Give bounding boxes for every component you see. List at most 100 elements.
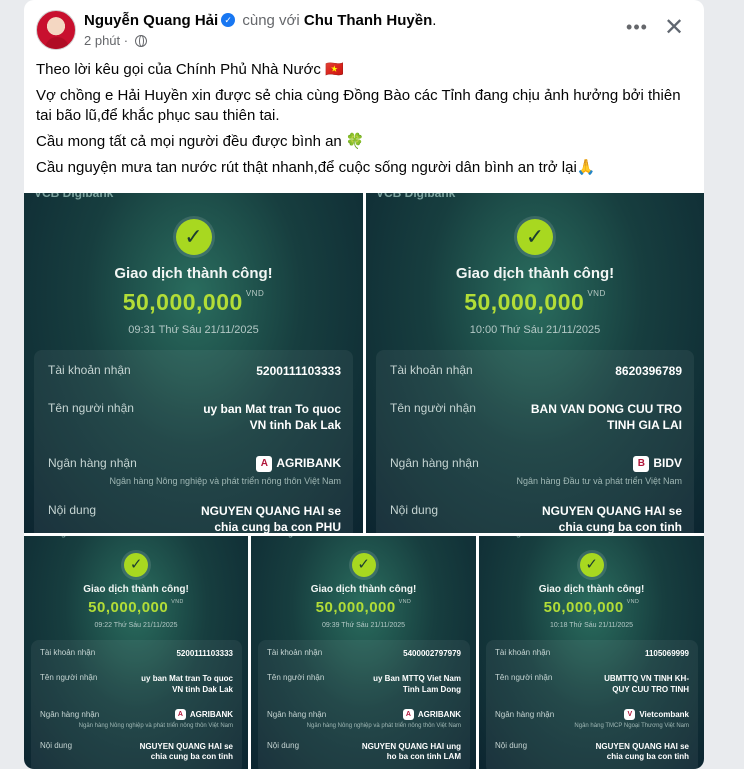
transaction-amount: 50,000,000 VND (24, 599, 248, 616)
bank-label: Ngân hàng nhận (267, 710, 327, 719)
transaction-status: Giao dịch thành công! (310, 584, 417, 595)
transaction-status: Giao dịch thành công! (455, 265, 615, 282)
recipient-label: Tên người nhận (48, 401, 134, 415)
close-button[interactable]: ✕ (660, 14, 688, 42)
recipient-label: Tên người nhận (267, 673, 325, 682)
account-label: Tài khoản nhận (495, 648, 551, 657)
receipt-photo[interactable]: VCB Digibank ✓ Giao dịch thành công! 50,000… (251, 536, 476, 769)
transfer-content-line2: chia cung ba con tinh (150, 752, 233, 761)
post-line: Cầu mong tất cả mọi người đều được bình … (36, 133, 365, 150)
transaction-amount: 50,000,000 VND (251, 599, 476, 616)
bank-full-name: Ngân hàng Đầu tư và phát triển Việt Nam (516, 476, 682, 486)
transaction-time: 10:18 Thứ Sáu 21/11/2025 (549, 622, 634, 629)
recipient-name-line2: VN tinh Dak Lak (172, 685, 233, 694)
amount-value: 50,000,000 (543, 599, 624, 616)
account-label: Tài khoản nhận (267, 648, 323, 657)
transaction-amount: 50,000,000 VND (479, 599, 704, 616)
recipient-label: Tên người nhận (495, 673, 553, 682)
transaction-time: 09:22 Thứ Sáu 21/11/2025 (94, 622, 178, 629)
bank-full-name: Ngân hàng Nông nghiệp và phát triển nông… (306, 723, 461, 729)
content-label: Nội dung (267, 741, 300, 750)
receiving-bank: A AGRIBANK (329, 709, 461, 721)
bank-name: BIDV (653, 456, 682, 470)
post-line: Theo lời kêu gọi của Chính Phủ Nhà Nước … (36, 61, 344, 78)
recipient-name-line2: VN tinh Dak Lak (249, 418, 341, 432)
transaction-amount: 50,000,000 VND (366, 289, 704, 316)
bank-app-brand: VCB Digibank (34, 536, 87, 538)
receiving-bank: V Vietcombank (557, 709, 689, 721)
transaction-time: 09:31 Thứ Sáu 21/11/2025 (128, 324, 259, 336)
currency-label: VND (171, 599, 184, 605)
recipient-name-line1: uy ban Mat tran To quoc (203, 402, 341, 416)
bank-app-brand: VCB Digibank (34, 193, 114, 200)
content-label: Nội dung (495, 741, 528, 750)
bank-name: AGRIBANK (417, 710, 461, 719)
transaction-amount: 50,000,000 VND (24, 289, 363, 316)
currency-label: VND (587, 289, 606, 298)
bank-logo-icon: A (402, 709, 414, 721)
receipt-photo[interactable]: VCB Digibank ✓ Giao dịch thành công! 50,000… (366, 193, 704, 533)
bank-logo-icon: A (174, 709, 186, 721)
bank-label: Ngân hàng nhận (495, 710, 555, 719)
amount-value: 50,000,000 (122, 289, 243, 315)
recipient-name-line2: TINH GIA LAI (607, 418, 682, 432)
receipt-photo[interactable]: VCB Digibank ✓ Giao dịch thành công! 50,000… (24, 193, 363, 533)
post-meta: 2 phút · (84, 33, 147, 49)
account-label: Tài khoản nhận (40, 648, 96, 657)
transaction-status: Giao dịch thành công! (538, 584, 645, 595)
bank-name: AGRIBANK (276, 456, 341, 470)
tagged-name[interactable]: Chu Thanh Huyền (304, 12, 432, 29)
receipt-photo[interactable]: VCB Digibank ✓ Giao dịch thành công! 50,000… (479, 536, 704, 769)
author-name[interactable]: Nguyễn Quang Hải (84, 12, 218, 29)
bank-full-name: Ngân hàng Nông nghiệp và phát triển nông… (78, 723, 233, 729)
bank-name: Vietcombank (639, 710, 689, 719)
transaction-status: Giao dịch thành công! (83, 584, 189, 595)
bank-label: Ngân hàng nhận (390, 456, 479, 470)
success-check-icon: ✓ (351, 553, 376, 577)
currency-label: VND (245, 289, 265, 298)
recipient-name-line2: QUY CUU TRO TINH (612, 685, 689, 694)
transaction-status: Giao dịch thành công! (114, 265, 273, 282)
bank-logo-icon: A (256, 455, 273, 472)
success-check-icon: ✓ (124, 553, 149, 577)
bank-full-name: Ngân hàng TMCP Ngoại Thương Việt Nam (574, 723, 689, 729)
account-number: 5400002797979 (403, 649, 461, 658)
bank-label: Ngân hàng nhận (40, 710, 100, 719)
transfer-content-line2: chia cung ba con tinh (558, 520, 682, 533)
tagged-suffix: . (432, 12, 437, 29)
amount-value: 50,000,000 (464, 289, 585, 315)
recipient-label: Tên người nhận (40, 673, 98, 682)
success-check-icon: ✓ (517, 219, 553, 255)
photo-gallery: VCB Digibank ✓ Giao dịch thành công! 50,000… (24, 193, 704, 769)
recipient-name-line1: UBMTTQ VN TINH KH- (604, 674, 689, 683)
more-options-button[interactable]: ••• (624, 16, 650, 42)
receipt-photo[interactable]: VCB Digibank ✓ Giao dịch thành công! 50,000… (24, 536, 248, 769)
verified-badge-icon: ✓ (221, 13, 236, 28)
bank-full-name: Ngân hàng Nông nghiệp và phát triển nông… (109, 476, 342, 486)
account-number: 8620396789 (615, 364, 682, 378)
bank-app-brand: VCB Digibank (376, 193, 456, 200)
receiving-bank: B BIDV (482, 455, 682, 472)
bank-logo-icon: V (624, 709, 636, 721)
recipient-name-line2: Tinh Lam Dong (402, 685, 461, 694)
transfer-content-line1: NGUYEN QUANG HAI se (200, 504, 341, 518)
author-avatar[interactable] (36, 10, 76, 50)
content-label: Nội dung (48, 503, 97, 517)
transfer-content-line2: chia cung ba con PHU (214, 520, 341, 533)
success-check-icon: ✓ (579, 553, 604, 577)
recipient-label: Tên người nhận (390, 401, 476, 415)
transaction-time: 10:00 Thứ Sáu 21/11/2025 (469, 324, 601, 336)
post-card: Nguyễn Quang Hải ✓ cùng với Chu Thanh Huy… (24, 0, 704, 769)
post-text: Theo lời kêu gọi của Chính Phủ Nhà Nước … (36, 60, 696, 184)
recipient-name-line1: uy ban Mat tran To quoc (141, 674, 233, 683)
account-number: 5200111103333 (256, 364, 341, 378)
bank-app-brand: VCB Digibank (489, 536, 542, 538)
success-check-icon: ✓ (175, 219, 212, 255)
transfer-content-line2: chia cung ba con tinh (606, 752, 689, 761)
account-number: 1105069999 (644, 649, 689, 658)
recipient-name-line1: uy Ban MTTQ Viet Nam (373, 674, 461, 683)
post-time[interactable]: 2 phút (84, 33, 120, 48)
currency-label: VND (398, 599, 412, 605)
recipient-name-line1: BAN VAN DONG CUU TRO (530, 402, 682, 416)
content-label: Nội dung (390, 503, 439, 517)
